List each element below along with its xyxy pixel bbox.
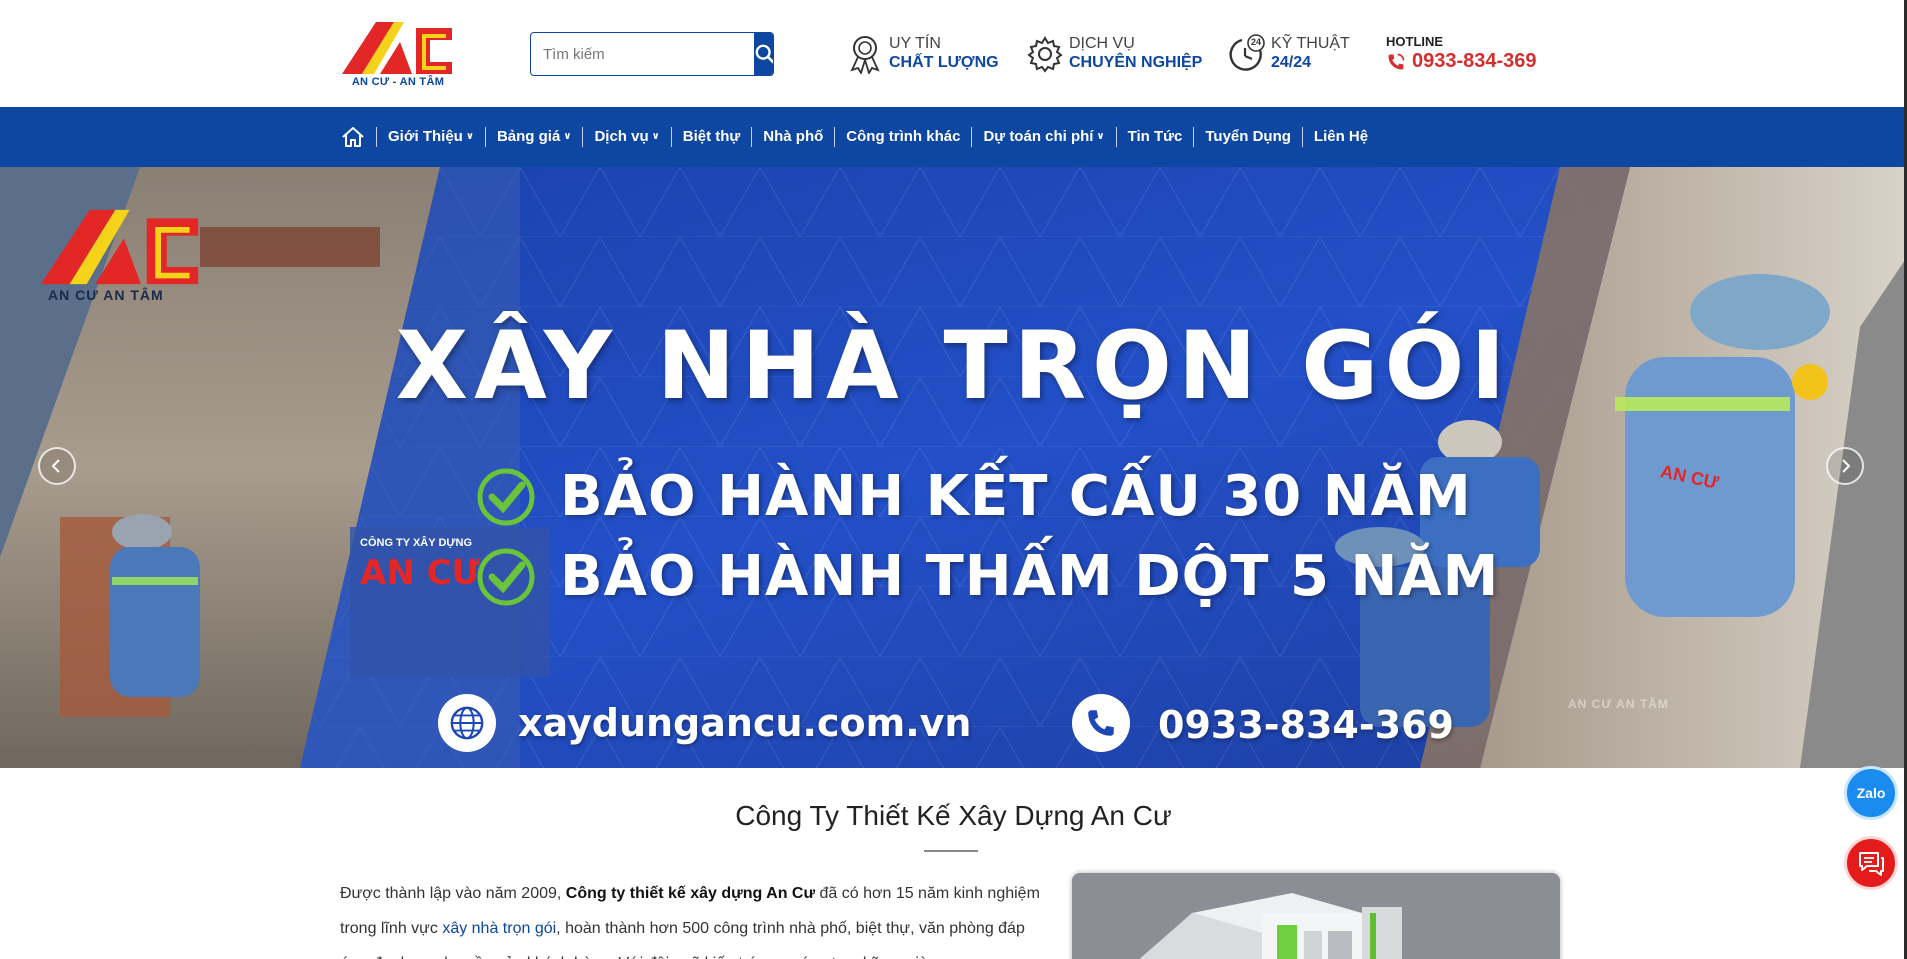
clock-badge: 24 bbox=[1250, 37, 1261, 47]
nav-item-gioi-thieu[interactable]: Giới Thiệu ∨ bbox=[376, 127, 485, 147]
nav-item-du-toan-chi-phi[interactable]: Dự toán chi phí ∨ bbox=[971, 127, 1115, 147]
section-title: Công Ty Thiết Kế Xây Dựng An Cư bbox=[735, 800, 1172, 831]
search-button[interactable] bbox=[754, 33, 773, 75]
hero-sign-name: AN CƯ bbox=[360, 553, 480, 593]
nav-item-label: Giới Thiệu bbox=[388, 128, 463, 145]
intro-company-name: Công ty thiết kế xây dựng An Cư bbox=[565, 885, 816, 902]
nav-item-cong-trinh-khac[interactable]: Công trình khác bbox=[834, 127, 971, 147]
nav-item-lien-he[interactable]: Liên Hệ bbox=[1301, 127, 1379, 147]
nav-item-label: Bảng giá bbox=[496, 128, 561, 145]
slider-next-button[interactable] bbox=[1826, 447, 1864, 485]
nav-item-bang-gia[interactable]: Bảng giá ∨ bbox=[484, 127, 582, 147]
browser-viewport: AN CƯ - AN TÂM UY TÍN CHẤT LƯỢNG bbox=[0, 0, 1907, 959]
search-icon bbox=[755, 44, 773, 64]
nav-item-tin-tuc[interactable]: Tin Tức bbox=[1115, 127, 1194, 147]
house-render-image bbox=[1072, 873, 1560, 959]
hero-watermark: AN CƯ AN TÂM bbox=[1568, 697, 1669, 711]
slider-prev-button[interactable] bbox=[38, 447, 76, 485]
nav-item-label: Nhà phố bbox=[763, 128, 824, 145]
nav-item-label: Biệt thự bbox=[682, 128, 741, 145]
section-divider bbox=[924, 850, 978, 852]
hero-website: xaydungancu.com.vn bbox=[518, 701, 972, 745]
hotline-number[interactable]: 0933-834-369 bbox=[1386, 50, 1537, 73]
nav-item-tuyen-dung[interactable]: Tuyển Dụng bbox=[1193, 127, 1302, 147]
gear-icon bbox=[1027, 36, 1063, 73]
nav-item-nha-pho[interactable]: Nhà phố bbox=[751, 127, 834, 147]
logo-mark-icon bbox=[342, 22, 452, 74]
search-input[interactable] bbox=[531, 33, 754, 75]
hero-warranty-leak: BẢO HÀNH THẤM DỘT 5 NĂM bbox=[560, 544, 1500, 609]
phone-icon bbox=[1388, 53, 1405, 69]
home-icon bbox=[342, 127, 364, 147]
nav-item-label: Công trình khác bbox=[846, 128, 961, 145]
nav-list: Giới Thiệu ∨ Bảng giá ∨ Dịch vụ ∨ Biệt thự … bbox=[340, 107, 1379, 167]
nav-item-label: Dự toán chi phí bbox=[983, 128, 1094, 145]
logo-text: AN CƯ - AN TÂM bbox=[351, 76, 445, 88]
search-box bbox=[530, 32, 774, 76]
feature-label: DỊCH VỤ bbox=[1069, 35, 1135, 52]
intro-text: Được thành lập vào năm 2009, bbox=[340, 885, 566, 902]
chevron-left-icon bbox=[51, 459, 60, 473]
nav-item-label: Tuyển Dụng bbox=[1205, 128, 1291, 145]
nav-item-label: Dịch vụ bbox=[594, 128, 649, 145]
feature-value: CHUYÊN NGHIỆP bbox=[1069, 54, 1203, 71]
hero-warranty-structure: BẢO HÀNH KẾT CẤU 30 NĂM bbox=[560, 464, 1472, 529]
feature-value: CHẤT LƯỢNG bbox=[889, 54, 999, 71]
intro-link-xay-nha-tron-goi[interactable]: xây nhà trọn gói bbox=[442, 920, 556, 937]
nav-item-dich-vu[interactable]: Dịch vụ ∨ bbox=[582, 127, 670, 147]
hero-slider: AN CƯ AN TÂM CÔNG TY XÂY DỰNG AN CƯ AN C… bbox=[0, 167, 1907, 768]
site-logo[interactable]: AN CƯ - AN TÂM bbox=[340, 20, 456, 90]
chevron-down-icon: ∨ bbox=[1096, 131, 1105, 142]
hero-phone: 0933-834-369 bbox=[1158, 703, 1454, 747]
hero-logo-icon bbox=[41, 209, 199, 285]
feature-label: KỸ THUẬT bbox=[1271, 35, 1350, 52]
feature-value: 24/24 bbox=[1271, 54, 1312, 71]
check-circle-icon bbox=[477, 468, 535, 526]
zalo-label: Zalo bbox=[1856, 785, 1886, 801]
hero-logo-text: AN CƯ AN TÂM bbox=[48, 287, 164, 303]
nav-item-biet-thu[interactable]: Biệt thự bbox=[670, 127, 752, 147]
hotline-number-text: 0933-834-369 bbox=[1412, 50, 1537, 72]
chevron-down-icon: ∨ bbox=[465, 131, 474, 142]
globe-icon bbox=[438, 694, 496, 752]
chevron-down-icon: ∨ bbox=[563, 131, 572, 142]
project-preview-image[interactable] bbox=[1072, 873, 1560, 959]
hotline[interactable]: HOTLINE 0933-834-369 bbox=[1386, 34, 1537, 72]
live-chat-button[interactable] bbox=[1844, 836, 1898, 890]
main-nav: Giới Thiệu ∨ Bảng giá ∨ Dịch vụ ∨ Biệt thự … bbox=[0, 107, 1907, 167]
check-circle-icon bbox=[477, 548, 535, 606]
chevron-down-icon: ∨ bbox=[651, 131, 660, 142]
zalo-chat-button[interactable]: Zalo bbox=[1844, 766, 1898, 820]
nav-item-label: Tin Tức bbox=[1127, 128, 1183, 145]
phone-circle-icon bbox=[1072, 694, 1130, 752]
site-header: AN CƯ - AN TÂM UY TÍN CHẤT LƯỢNG bbox=[0, 0, 1907, 107]
hotline-label: HOTLINE bbox=[1386, 34, 1444, 49]
nav-item-label: Liên Hệ bbox=[1313, 128, 1369, 145]
chevron-right-icon bbox=[1842, 459, 1851, 473]
chat-icon bbox=[1859, 852, 1884, 876]
intro-paragraph: Được thành lập vào năm 2009, Công ty thi… bbox=[340, 876, 1045, 959]
nav-home[interactable] bbox=[340, 124, 366, 150]
page: AN CƯ - AN TÂM UY TÍN CHẤT LƯỢNG bbox=[0, 0, 1907, 959]
hero-title: XÂY NHÀ TRỌN GÓI bbox=[395, 312, 1512, 421]
award-icon bbox=[850, 36, 880, 74]
feature-label: UY TÍN bbox=[889, 35, 941, 52]
